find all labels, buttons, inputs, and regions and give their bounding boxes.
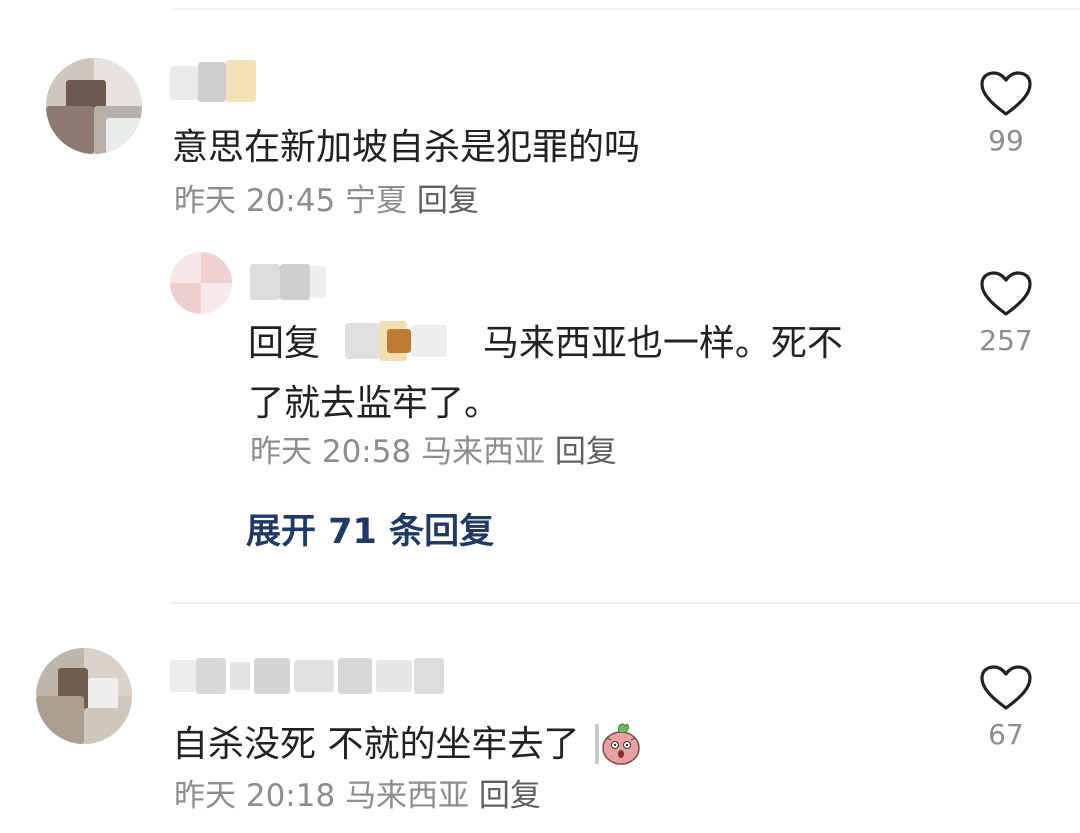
comment-time: 昨天 20:18 <box>174 778 336 814</box>
sweet-potato-sticker <box>593 718 645 781</box>
username-blurred[interactable] <box>170 60 260 104</box>
like-count: 257 <box>979 324 1033 357</box>
comment-text-content: 自杀没死 不就的坐牢去了 <box>172 724 580 765</box>
reply-meta: 昨天 20:58 马来西亚 回复 <box>250 432 617 472</box>
reply-button[interactable]: 回复 <box>417 183 479 219</box>
reply-location: 马来西亚 <box>421 434 546 470</box>
avatar[interactable] <box>46 58 142 154</box>
reply-username-blurred[interactable] <box>250 262 330 302</box>
like-count: 99 <box>988 124 1024 157</box>
comment-meta: 昨天 20:45 宁夏 回复 <box>174 181 479 221</box>
comment-divider <box>172 602 1080 604</box>
reply-like-button[interactable]: 257 <box>966 270 1046 357</box>
like-button[interactable]: 67 <box>966 664 1046 751</box>
heart-outline-icon <box>980 271 1032 316</box>
reply-text-line1: 回复 马来西亚也一样。死不 <box>248 318 843 370</box>
reply-prefix: 回复 <box>248 323 321 364</box>
expand-replies-button[interactable]: 展开 71 条回复 <box>246 510 494 554</box>
username-blurred[interactable] <box>170 654 450 698</box>
reply-text-line2: 了就去监牢了。 <box>248 383 501 424</box>
top-divider <box>172 8 1080 10</box>
reply-button[interactable]: 回复 <box>555 434 617 470</box>
heart-outline-icon <box>980 71 1032 116</box>
comment-section: 意思在新加坡自杀是犯罪的吗 昨天 20:45 宁夏 回复 99 回复 马来西亚也… <box>0 0 1080 833</box>
reply-avatar[interactable] <box>170 252 232 314</box>
avatar[interactable] <box>36 648 132 744</box>
comment-text: 意思在新加坡自杀是犯罪的吗 <box>172 127 641 168</box>
comment-time: 昨天 20:45 <box>174 183 336 219</box>
mentioned-user-blurred[interactable] <box>331 321 471 361</box>
comment-location: 马来西亚 <box>345 778 470 814</box>
comment-text: 自杀没死 不就的坐牢去了 <box>172 718 645 781</box>
like-button[interactable]: 99 <box>966 70 1046 157</box>
reply-text: 马来西亚也一样。死不 <box>482 323 843 364</box>
reply-button[interactable]: 回复 <box>479 778 541 814</box>
comment-meta: 昨天 20:18 马来西亚 回复 <box>174 776 541 816</box>
heart-outline-icon <box>980 665 1032 710</box>
reply-time: 昨天 20:58 <box>250 434 412 470</box>
like-count: 67 <box>988 718 1024 751</box>
comment-location: 宁夏 <box>345 183 408 219</box>
